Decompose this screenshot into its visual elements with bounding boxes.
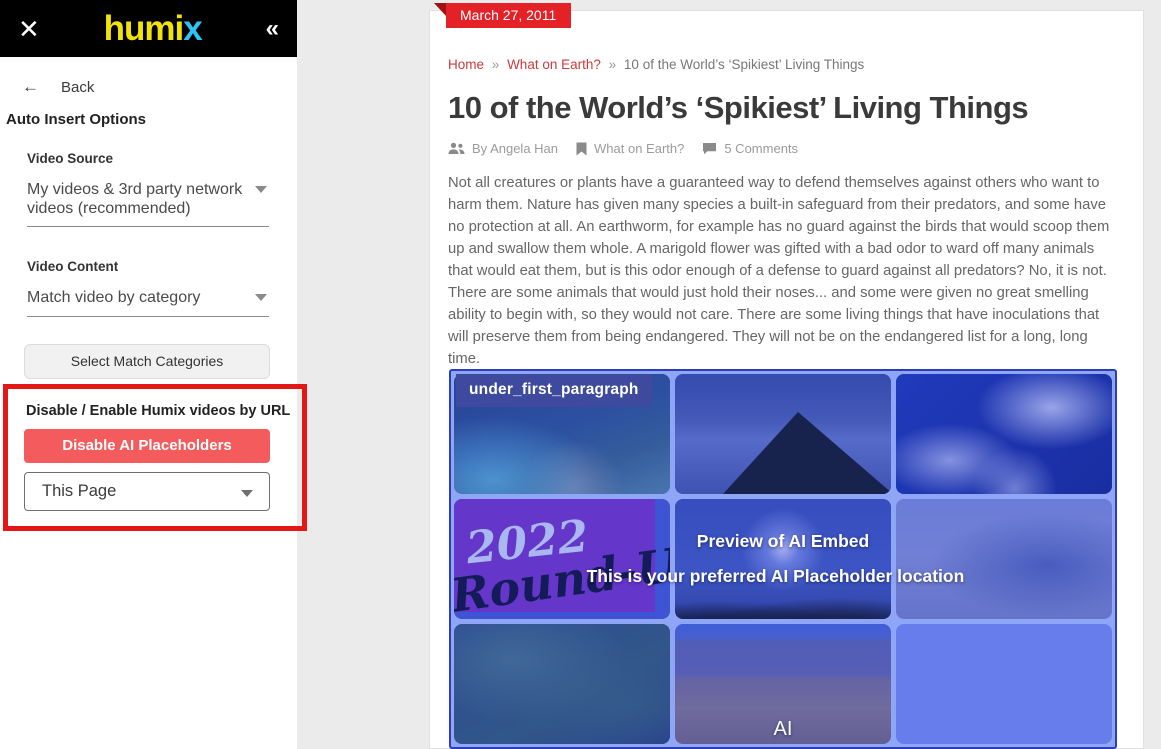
chevron-down-icon: [255, 186, 267, 193]
close-icon[interactable]: ✕: [18, 16, 40, 42]
back-button[interactable]: ← Back: [0, 57, 297, 97]
preview-subheading: This is your preferred AI Placeholder lo…: [587, 566, 965, 587]
comments-count[interactable]: 5 Comments: [724, 141, 798, 156]
page-scope-value: This Page: [42, 482, 116, 501]
date-badge: March 27, 2011: [446, 3, 571, 28]
comment-icon: [702, 142, 717, 155]
back-label: Back: [61, 79, 94, 96]
video-source-field: Video Source My videos & 3rd party netwo…: [0, 151, 297, 227]
category-name[interactable]: What on Earth?: [594, 141, 684, 156]
preview-tile-roundup: 2022 Round-Up: [454, 499, 670, 619]
chevron-down-icon: [255, 294, 267, 301]
video-content-label: Video Content: [27, 259, 269, 274]
ai-embed-preview-grid: 2022 Round-Up under_first_paragraph Prev…: [449, 369, 1117, 749]
video-content-select[interactable]: Match video by category: [27, 282, 269, 316]
video-content-field: Video Content Match video by category: [0, 259, 297, 316]
disable-ai-placeholders-button[interactable]: Disable AI Placeholders: [24, 429, 270, 463]
bookmark-icon: [576, 142, 587, 156]
placeholder-slot-label: under_first_paragraph: [456, 374, 652, 407]
humix-sidebar: ✕ humix « ← Back Auto Insert Options Vid…: [0, 0, 297, 749]
author-name[interactable]: By Angela Han: [472, 141, 558, 156]
preview-tile-earth: [896, 374, 1112, 494]
article-byline: By Angela Han What on Earth? 5 Comments: [430, 126, 1143, 156]
comments-segment: 5 Comments: [702, 141, 798, 156]
logo-x: x: [183, 9, 201, 48]
page-title: 10 of the World’s ‘Spikiest’ Living Thin…: [430, 72, 1143, 126]
ai-watermark-label: AI: [774, 718, 793, 741]
page-scope-select[interactable]: This Page: [24, 472, 270, 511]
breadcrumb-current: 10 of the World’s ‘Spikiest’ Living Thin…: [624, 57, 864, 72]
select-match-categories-button[interactable]: Select Match Categories: [24, 344, 270, 379]
preview-tile-volcano: [675, 374, 891, 494]
author-segment: By Angela Han: [448, 141, 558, 156]
article-card: March 27, 2011 Home » What on Earth? » 1…: [429, 10, 1144, 749]
video-source-label: Video Source: [27, 151, 269, 166]
back-arrow-icon: ←: [22, 77, 39, 97]
video-source-value: My videos & 3rd party network videos (re…: [27, 180, 243, 218]
breadcrumb-separator: »: [488, 57, 504, 72]
category-segment: What on Earth?: [576, 141, 684, 156]
url-section-label: Disable / Enable Humix videos by URL: [0, 379, 297, 419]
panel-title: Auto Insert Options: [0, 97, 297, 128]
preview-tile-komodo: [896, 499, 1112, 619]
video-source-select[interactable]: My videos & 3rd party network videos (re…: [27, 174, 269, 227]
breadcrumb-home-link[interactable]: Home: [448, 57, 484, 72]
breadcrumb-category-link[interactable]: What on Earth?: [507, 57, 601, 72]
breadcrumb-separator: »: [605, 57, 621, 72]
preview-heading: Preview of AI Embed: [697, 531, 869, 552]
chevron-down-icon: [241, 490, 253, 497]
sidebar-header: ✕ humix «: [0, 0, 297, 57]
preview-tile-iceberg: [896, 624, 1112, 744]
preview-tile-moon-sky: [675, 499, 891, 619]
article-paragraph: Not all creatures or plants have a guara…: [430, 156, 1120, 370]
video-content-value: Match video by category: [27, 288, 243, 307]
preview-tile-foliage: [454, 624, 670, 744]
users-icon: [448, 142, 465, 155]
humix-logo: humix: [40, 9, 266, 49]
collapse-chevron-icon[interactable]: «: [266, 17, 279, 41]
logo-text: humi: [104, 9, 184, 48]
